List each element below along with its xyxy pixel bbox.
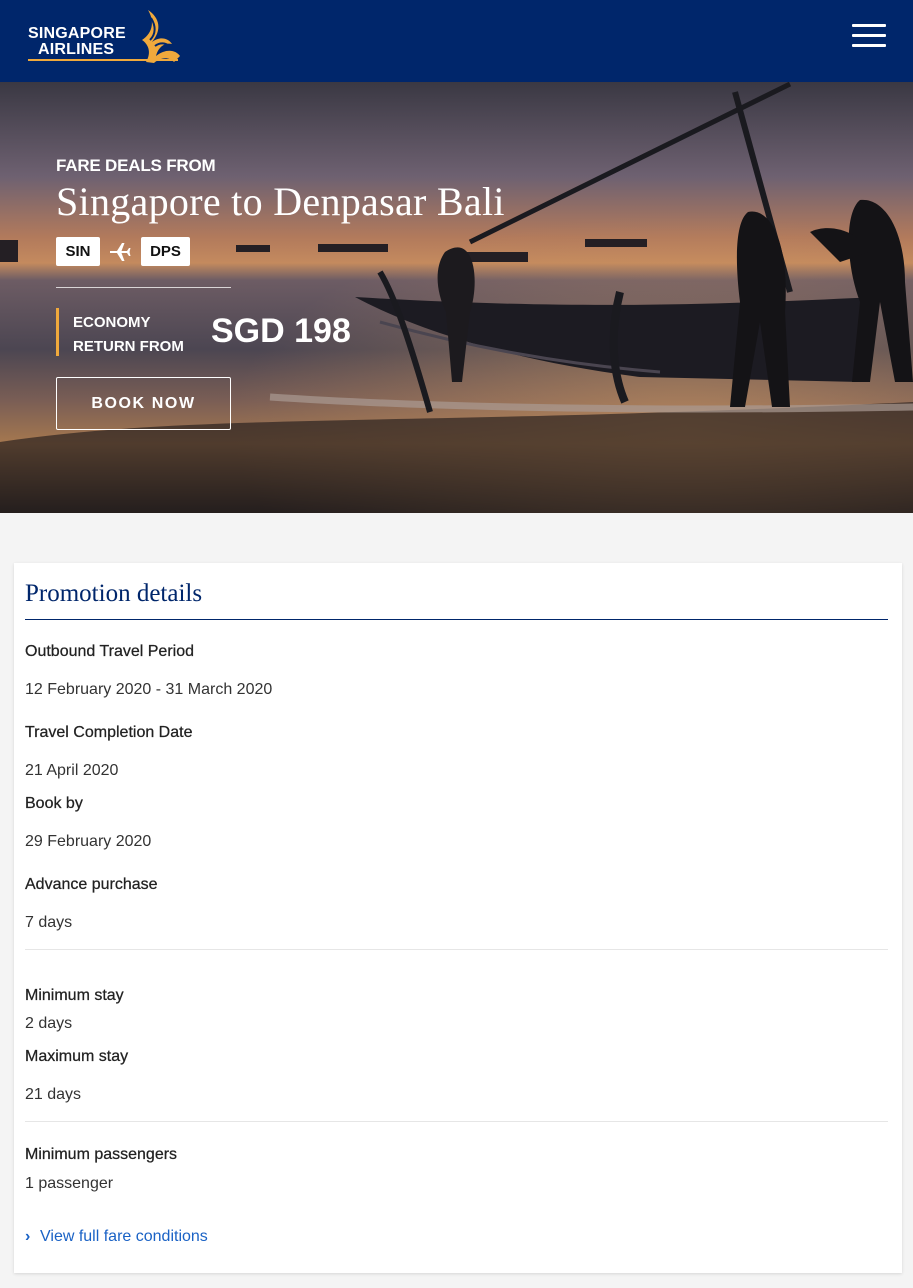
hero-title: Singapore to Denpasar Bali [56,179,505,224]
detail-value: 12 February 2020 - 31 March 2020 [25,681,273,698]
promotion-details-card: Promotion details Outbound Travel Period… [14,563,902,1273]
hero-divider [56,287,231,288]
singapore-airlines-logo[interactable]: SINGAPORE AIRLINES [28,8,184,66]
detail-label: Book by [25,795,83,812]
detail-value: 21 April 2020 [25,762,119,779]
origin-code-badge: SIN [56,237,100,266]
view-fare-conditions-label: View full fare conditions [40,1228,208,1245]
logo-line-2: AIRLINES [38,41,115,58]
hero-eyebrow: FARE DEALS FROM [56,156,216,175]
view-fare-conditions-link[interactable]: › View full fare conditions [25,1228,208,1246]
detail-label: Outbound Travel Period [25,643,194,660]
section-divider [25,1121,888,1122]
section-divider [25,949,888,950]
detail-value: 2 days [25,1015,73,1032]
hero-banner: FARE DEALS FROM Singapore to Denpasar Ba… [0,82,913,513]
plane-icon [110,243,131,261]
logo-line-1: SINGAPORE [28,25,126,42]
kris-bird-logo-icon [142,10,180,63]
fare-price: SGD 198 [211,312,351,350]
destination-code-badge: DPS [141,237,190,266]
detail-value: 29 February 2020 [25,833,152,850]
fare-accent-bar [56,308,59,356]
hero-background-image [0,82,913,513]
promotion-details-title: Promotion details [25,580,203,607]
detail-value: 7 days [25,914,73,931]
detail-label: Minimum passengers [25,1146,178,1163]
title-divider [25,619,888,620]
book-now-button[interactable]: BOOK NOW [56,377,231,430]
logo-wordmark: SINGAPORE AIRLINES [28,26,126,58]
hamburger-menu-icon[interactable] [852,24,886,48]
chevron-right-icon: › [25,1228,31,1245]
site-header: SINGAPORE AIRLINES [0,0,913,82]
fare-type-label: RETURN FROM [73,338,184,355]
detail-label: Minimum stay [25,987,124,1004]
fare-class-label: ECONOMY [73,314,151,331]
detail-value: 21 days [25,1086,82,1103]
detail-label: Maximum stay [25,1048,129,1065]
detail-label: Advance purchase [25,876,158,893]
fare-label: ECONOMY RETURN FROM [73,311,184,359]
detail-label: Travel Completion Date [25,724,193,741]
detail-value: 1 passenger [25,1175,114,1192]
